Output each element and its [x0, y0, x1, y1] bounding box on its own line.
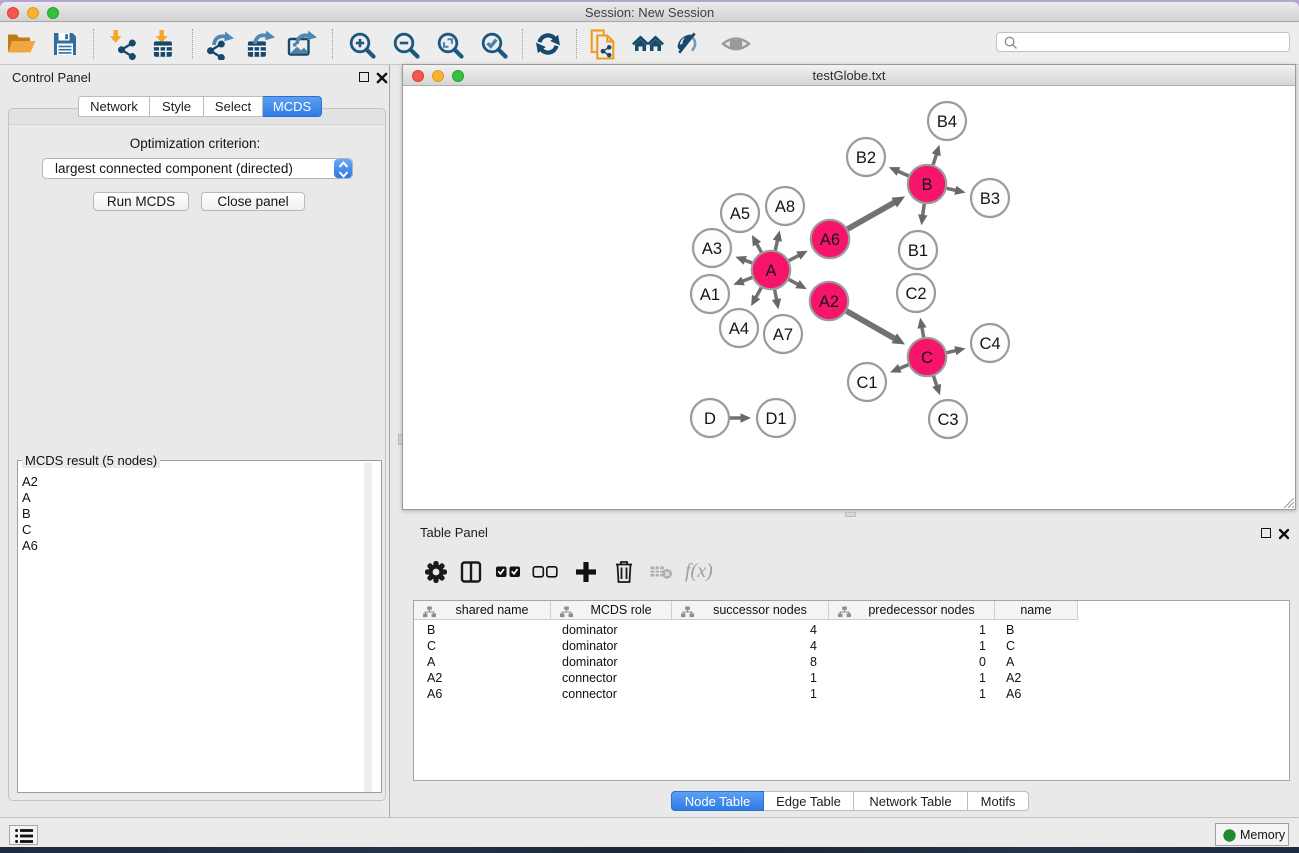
- svg-text:B3: B3: [980, 190, 1000, 208]
- svg-text:C4: C4: [979, 335, 1000, 353]
- svg-text:A2: A2: [819, 293, 839, 311]
- svg-text:B: B: [921, 176, 932, 194]
- svg-text:A3: A3: [702, 240, 722, 258]
- svg-text:A8: A8: [775, 198, 795, 216]
- svg-text:A7: A7: [773, 326, 793, 344]
- svg-text:A6: A6: [820, 231, 840, 249]
- svg-text:A4: A4: [729, 320, 749, 338]
- svg-text:C2: C2: [905, 285, 926, 303]
- svg-text:C3: C3: [937, 411, 958, 429]
- svg-text:A: A: [765, 262, 776, 280]
- svg-text:A1: A1: [700, 286, 720, 304]
- svg-text:B1: B1: [908, 242, 928, 260]
- svg-text:D1: D1: [765, 410, 786, 428]
- svg-text:C1: C1: [856, 374, 877, 392]
- svg-text:B4: B4: [937, 113, 957, 131]
- svg-text:C: C: [921, 349, 933, 367]
- svg-text:A5: A5: [730, 205, 750, 223]
- svg-text:B2: B2: [856, 149, 876, 167]
- svg-text:D: D: [704, 410, 716, 428]
